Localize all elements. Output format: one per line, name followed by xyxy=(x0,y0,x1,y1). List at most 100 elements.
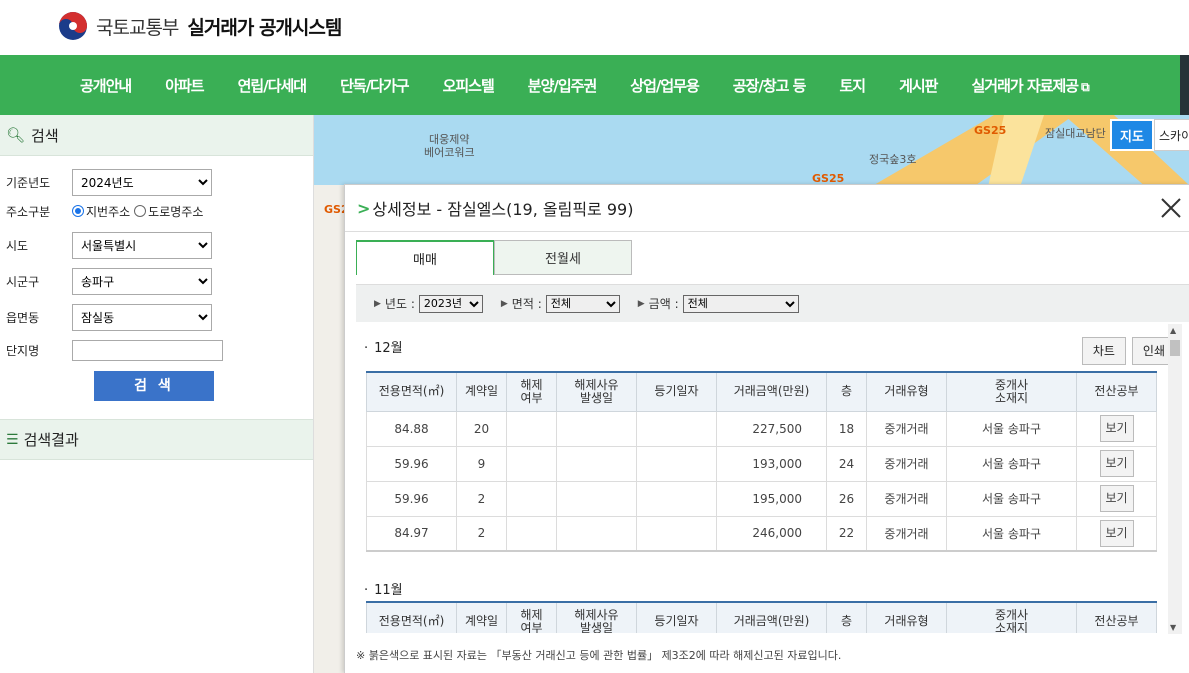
detail-title-bar: > 상세정보 - 잠실엘스(19, 올림픽로 99) xyxy=(345,185,1189,232)
map-label-4: 잠실대교남단 xyxy=(1045,127,1106,140)
sido-select[interactable]: 서울특별시 xyxy=(72,232,212,259)
column-header: 해제 여부 xyxy=(506,601,557,633)
view-record-button[interactable]: 보기 xyxy=(1099,415,1134,442)
scroll-up-icon[interactable]: ▲ xyxy=(1170,326,1176,335)
column-header: 해제 여부 xyxy=(506,371,557,412)
deal-list[interactable]: · 12월 차트 인쇄 전용면적(㎡) 계약일 해제 여부 해제사유 발생일 등기일자 거래금액… xyxy=(356,323,1182,633)
cell-type: 중개거래 xyxy=(866,515,947,552)
view-record-button[interactable]: 보기 xyxy=(1099,485,1134,512)
radio-road-address[interactable]: 도로명주소 xyxy=(134,203,203,220)
cell-area: 59.96 xyxy=(366,445,457,482)
sigungu-select[interactable]: 송파구 xyxy=(72,268,212,295)
column-header: 중개사 소재지 xyxy=(946,371,1077,412)
cell-day: 2 xyxy=(456,515,507,552)
close-icon[interactable] xyxy=(1159,196,1183,220)
search-button[interactable]: 검 색 xyxy=(94,371,214,401)
scrollbar-thumb[interactable] xyxy=(1170,340,1180,356)
detail-title: 상세정보 - 잠실엘스(19, 올림픽로 99) xyxy=(372,200,634,219)
ministry-logo[interactable]: 국토교통부 실거래가 공개시스템 xyxy=(58,11,342,41)
tab-sale[interactable]: 매매 xyxy=(356,240,494,275)
nav-item[interactable]: 오피스텔 xyxy=(443,75,495,96)
column-header: 거래금액(만원) xyxy=(716,371,827,412)
radio-lot-address[interactable]: 지번주소 xyxy=(72,203,130,220)
complex-name-input[interactable] xyxy=(72,339,223,361)
cell-type: 중개거래 xyxy=(866,480,947,517)
column-header: 거래유형 xyxy=(866,601,947,633)
column-header: 거래금액(만원) xyxy=(716,601,827,633)
ministry-name: 국토교통부 xyxy=(96,16,179,39)
chevron-right-icon: > xyxy=(357,198,371,218)
view-record-button[interactable]: 보기 xyxy=(1099,519,1134,547)
cell-price: 246,000 xyxy=(716,515,827,552)
dong-select[interactable]: 잠실동 xyxy=(72,304,212,331)
cell-cancel xyxy=(506,515,557,552)
cell-floor: 22 xyxy=(826,515,867,552)
nav-item[interactable]: 게시판 xyxy=(899,75,938,96)
filter-price-select[interactable]: 전체 xyxy=(682,294,799,313)
nav-item[interactable]: 연립/다세대 xyxy=(238,75,307,96)
nav-item[interactable]: 분양/입주권 xyxy=(528,75,597,96)
nav-item[interactable]: 상업/업무용 xyxy=(630,75,699,96)
nav-item[interactable]: 공장/창고 등 xyxy=(733,75,807,96)
nav-item[interactable]: 토지 xyxy=(839,75,866,96)
triangle-icon: ▶ xyxy=(374,298,381,309)
column-header: 계약일 xyxy=(456,371,507,412)
column-header: 전산공부 xyxy=(1076,601,1157,633)
cell-cancel_date xyxy=(556,410,637,447)
cell-cancel xyxy=(506,480,557,517)
cell-cancel xyxy=(506,445,557,482)
triangle-icon: ▶ xyxy=(637,298,645,309)
tab-rent[interactable]: 전월세 xyxy=(494,240,632,275)
table-row: 59.96 9 193,000 24 중개거래 서울 송파구 보기 xyxy=(366,445,1157,482)
cell-broker: 서울 송파구 xyxy=(946,410,1077,447)
map-view-button[interactable]: 지도 xyxy=(1110,119,1154,151)
cell-reg_date xyxy=(636,480,717,517)
column-header: 층 xyxy=(826,371,867,412)
nav-item[interactable]: 실거래가 자료제공 ⧉ xyxy=(971,75,1089,96)
radio-road-label: 도로명주소 xyxy=(148,204,204,219)
taegeuk-emblem-icon xyxy=(59,12,87,40)
radio-dot[interactable] xyxy=(134,205,147,217)
year-label: 기준년도 xyxy=(6,176,51,190)
search-panel-header: 🔍︎ 검색 xyxy=(0,115,313,156)
addr-type-label: 주소구분 xyxy=(6,204,51,219)
month-heading: · 12월 xyxy=(364,341,403,356)
column-header: 해제사유 발생일 xyxy=(556,371,637,412)
cell-view: 보기 xyxy=(1076,445,1157,482)
chart-button[interactable]: 차트 xyxy=(1081,337,1126,365)
nav-item[interactable]: 아파트 xyxy=(165,75,204,96)
skyview-button[interactable]: 스카이 xyxy=(1154,119,1189,151)
top-header: 국토교통부 실거래가 공개시스템 xyxy=(0,0,1189,55)
cell-view: 보기 xyxy=(1076,410,1157,447)
filter-year-select[interactable]: 2023년 xyxy=(418,294,483,313)
nav-item[interactable]: 공개안내 xyxy=(80,75,132,96)
cell-reg_date xyxy=(636,410,717,447)
filter-area-select[interactable]: 전체 xyxy=(545,294,620,313)
detail-panel: > 상세정보 - 잠실엘스(19, 올림픽로 99) 매매 전월세 ▶ 년도 :… xyxy=(344,184,1189,673)
view-record-button[interactable]: 보기 xyxy=(1099,450,1134,477)
cell-cancel_date xyxy=(556,515,637,552)
cell-day: 2 xyxy=(456,480,507,517)
cell-floor: 18 xyxy=(826,410,867,447)
cell-floor: 26 xyxy=(826,480,867,517)
column-header: 해제사유 발생일 xyxy=(556,601,637,633)
table-row: 84.88 20 227,500 18 중개거래 서울 송파구 보기 xyxy=(366,410,1157,447)
vertical-scrollbar[interactable]: ▲ ▼ xyxy=(1168,324,1182,634)
cell-reg_date xyxy=(636,445,717,482)
filter-price-label: 금액 : xyxy=(648,297,679,311)
filter-bar: ▶ 년도 : 2023년 ▶ 면적 : 전체 ▶ 금액 : 전체 xyxy=(356,284,1189,322)
cell-price: 193,000 xyxy=(716,445,827,482)
dong-label: 읍면동 xyxy=(6,311,40,325)
map-label-3: 정국숲3호 xyxy=(869,153,917,166)
table-row: 59.96 2 195,000 26 중개거래 서울 송파구 보기 xyxy=(366,480,1157,517)
list-icon: ☰ xyxy=(6,431,19,448)
cell-price: 227,500 xyxy=(716,410,827,447)
nav-item[interactable]: 단독/다가구 xyxy=(340,75,409,96)
search-sidebar: 🔍︎ 검색 기준년도 2024년도 주소구분 지번주소 도로명주소 시도 서울특… xyxy=(0,115,314,673)
year-select[interactable]: 2024년도 xyxy=(72,169,212,196)
scroll-down-icon[interactable]: ▼ xyxy=(1170,623,1176,632)
results-title: 검색결과 xyxy=(23,431,79,449)
radio-dot-checked[interactable] xyxy=(72,205,84,217)
cell-day: 9 xyxy=(456,445,507,482)
map-gs-1: GS25 xyxy=(974,124,1007,137)
